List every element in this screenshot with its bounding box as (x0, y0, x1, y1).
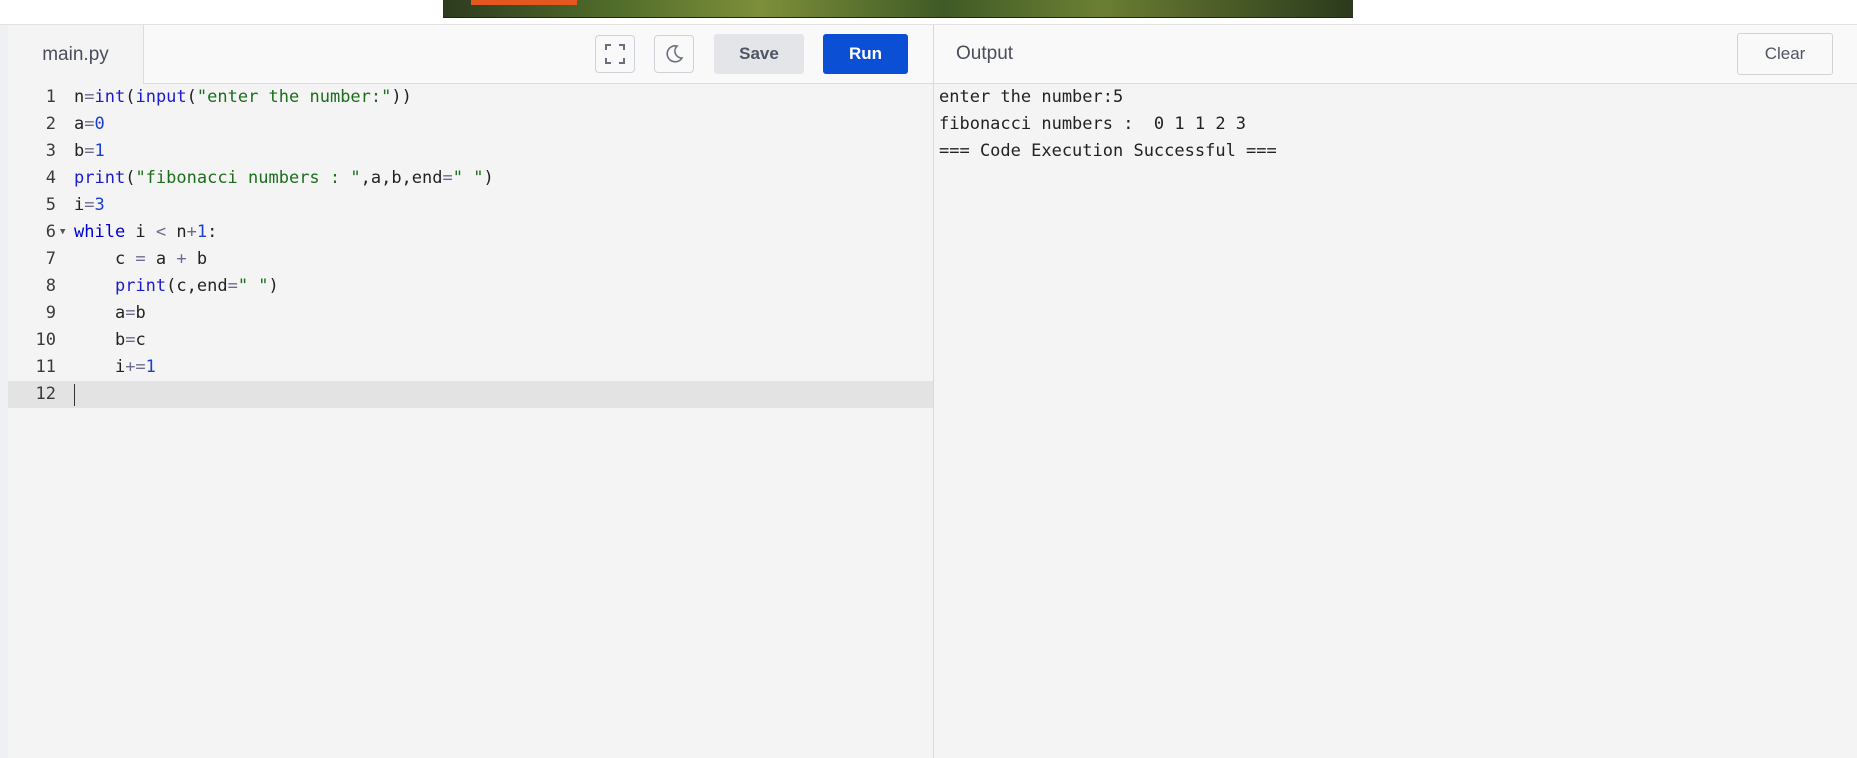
output-console: enter the number:5 fibonacci numbers : 0… (934, 84, 1857, 758)
output-title: Output (956, 43, 1014, 64)
save-button[interactable]: Save (714, 34, 804, 74)
code-line: 8 print(c,end=" ") (8, 273, 933, 300)
top-bar (0, 0, 1857, 25)
line-number: 7 (45, 249, 56, 269)
fullscreen-icon (605, 44, 625, 64)
text-caret (74, 384, 75, 406)
line-number: 1 (45, 87, 56, 107)
code-text: i+=1 (74, 357, 156, 377)
code-text: print(c,end=" ") (114, 276, 279, 296)
code-text: c = a + b (74, 249, 208, 269)
line-number: 11 (35, 357, 56, 377)
file-tab-main[interactable]: main.py (8, 25, 144, 84)
code-line: 4 print("fibonacci numbers : ",a,b,end="… (8, 165, 933, 192)
code-text: a=0 (74, 114, 105, 134)
ad-tag (471, 0, 577, 5)
code-editor[interactable]: 1 n=int(input("enter the number:")) 2 a=… (8, 84, 933, 758)
line-number: 9 (45, 303, 56, 323)
code-line: 11 i+=1 (8, 354, 933, 381)
code-text: b=1 (74, 141, 105, 161)
code-text: a=b (74, 303, 146, 323)
code-line: 9 a=b (8, 300, 933, 327)
code-text: n=int(input("enter the number:")) (74, 87, 412, 107)
fold-arrow-icon[interactable]: ▼ (60, 219, 65, 246)
editor-header: main.py Save Run (8, 25, 933, 84)
moon-icon (666, 45, 684, 63)
line-number: 12 (35, 384, 56, 404)
code-line: 6 ▼ while i < n+1: (8, 219, 933, 246)
line-number: 3 (45, 141, 56, 161)
code-text: while i < n+1: (74, 222, 218, 242)
ad-banner[interactable] (443, 0, 1353, 18)
line-number: 5 (45, 195, 56, 215)
code-line: 1 n=int(input("enter the number:")) (8, 84, 933, 111)
run-button[interactable]: Run (823, 34, 908, 74)
code-line: 7 c = a + b (8, 246, 933, 273)
theme-toggle-button[interactable] (654, 35, 694, 73)
code-line: 2 a=0 (8, 111, 933, 138)
output-line: enter the number:5 (939, 87, 1124, 107)
code-line: 10 b=c (8, 327, 933, 354)
code-text: b=c (74, 330, 146, 350)
active-code-line[interactable]: 12 (8, 381, 933, 408)
line-number: 4 (45, 168, 56, 188)
fullscreen-button[interactable] (595, 35, 635, 73)
code-text: i=3 (74, 195, 105, 215)
line-number: 10 (35, 330, 56, 350)
line-number: 8 (45, 276, 56, 296)
clear-button[interactable]: Clear (1737, 33, 1833, 75)
output-header: Output Clear (934, 25, 1857, 84)
output-line: === Code Execution Successful === (939, 141, 1277, 161)
code-text: print("fibonacci numbers : ",a,b,end=" "… (74, 168, 494, 188)
code-line: 3 b=1 (8, 138, 933, 165)
line-number: 2 (45, 114, 56, 134)
code-line: 5 i=3 (8, 192, 933, 219)
line-number: 6 (45, 222, 56, 242)
output-line: fibonacci numbers : 0 1 1 2 3 (939, 114, 1247, 134)
